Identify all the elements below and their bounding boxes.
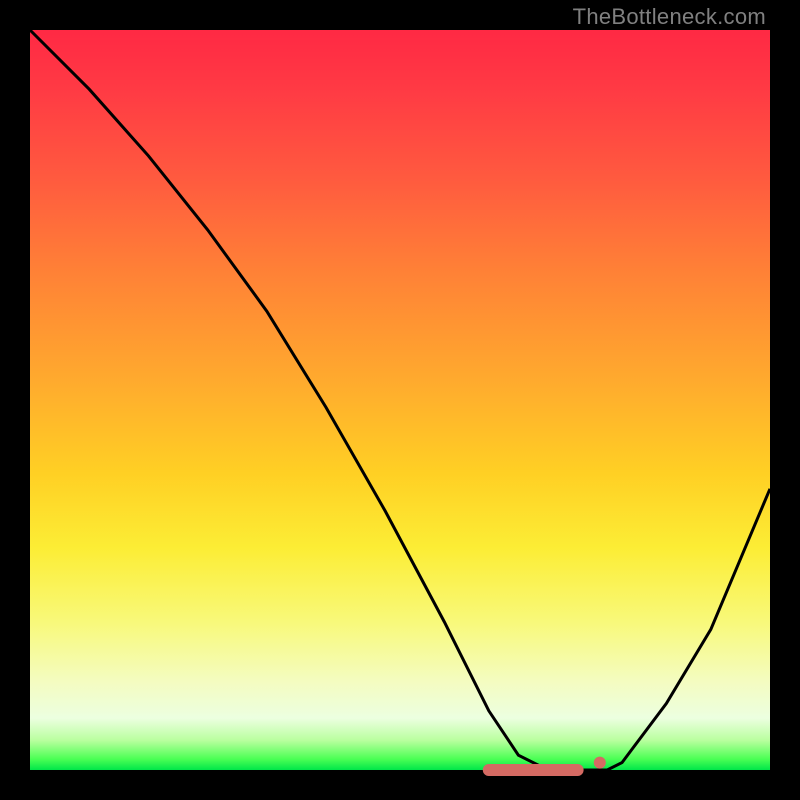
bottleneck-curve xyxy=(30,30,770,770)
chart-frame: TheBottleneck.com xyxy=(0,0,800,800)
curve-layer xyxy=(30,30,770,770)
marker-dot xyxy=(594,757,606,769)
curve-line xyxy=(30,30,770,770)
watermark-text: TheBottleneck.com xyxy=(573,4,766,30)
